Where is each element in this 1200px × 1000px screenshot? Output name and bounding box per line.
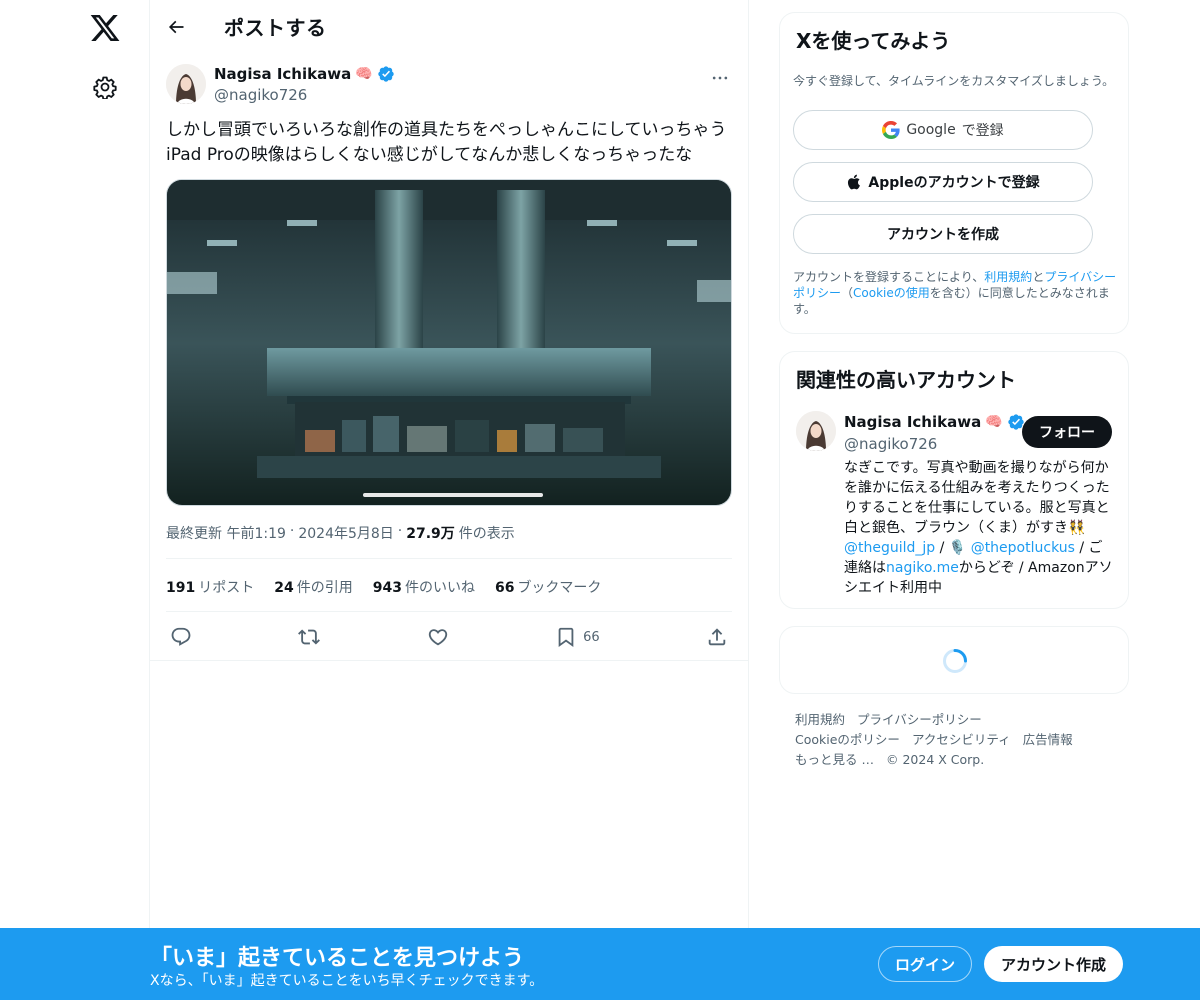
bookmarks-stat[interactable]: 66 ブックマーク: [495, 577, 601, 597]
post-date[interactable]: 2024年5月8日: [298, 523, 393, 543]
copyright: © 2024 X Corp.: [885, 752, 985, 767]
author-name-row: Nagisa Ichikawa 🧠: [214, 65, 395, 83]
loading-card: [779, 626, 1129, 694]
login-button[interactable]: ログイン: [878, 946, 972, 982]
gear-icon[interactable]: [93, 75, 117, 99]
signup-title: Xを使ってみよう: [796, 29, 951, 53]
reposts-stat[interactable]: 191 リポスト: [166, 577, 254, 597]
bio-link-thepotluckus[interactable]: @thepotluckus: [971, 540, 1075, 556]
apple-logo-icon: [848, 174, 861, 190]
terms-link[interactable]: 利用規約: [984, 270, 1032, 284]
heart-icon: [428, 629, 447, 646]
more-options-icon[interactable]: [710, 68, 730, 88]
divider: [166, 611, 732, 612]
post-text: しかし冒頭でいろいろな創作の道具たちをぺっしゃんこにしていっちゃう iPad P…: [166, 120, 727, 165]
top-bar: ポストする: [150, 0, 748, 53]
post-meta: 最終更新 午前1:19 · 2024年5月8日 · 27.9万 件の表示: [166, 523, 515, 543]
loading-spinner-icon: [943, 649, 967, 673]
post-media[interactable]: [166, 179, 732, 506]
create-account-label: アカウントを作成: [887, 227, 999, 243]
banner-signup-button[interactable]: アカウント作成: [984, 946, 1123, 982]
arrow-left-icon: [168, 20, 184, 33]
google-brand: Google: [906, 122, 956, 138]
google-signup-button[interactable]: Google で登録: [793, 110, 1093, 150]
like-button[interactable]: [427, 626, 449, 648]
bio-link-website[interactable]: nagiko.me: [886, 560, 959, 576]
x-logo-icon[interactable]: [89, 12, 121, 44]
verified-badge-icon: [377, 66, 394, 82]
meta-separator: ·: [397, 523, 403, 539]
bio-link-theguild[interactable]: @theguild_jp: [844, 540, 935, 556]
banner-title: 「いま」起きていることを見つけよう: [150, 946, 525, 971]
post-stats: 191 リポスト 24 件の引用 943 件のいいね 66 ブックマーク: [166, 577, 601, 597]
avatar[interactable]: [796, 411, 836, 451]
brain-emoji: 🧠: [355, 66, 373, 82]
post-actions: 66: [166, 622, 732, 652]
related-bio: なぎこです。写真や動画を撮りながら何かを誰かに伝える仕組みを考えたりつくったりす…: [844, 460, 1113, 596]
left-nav: [0, 0, 150, 1000]
apple-label: Appleのアカウントで登録: [868, 175, 1040, 191]
footer-more-link[interactable]: もっと見る …: [795, 752, 874, 767]
share-icon: [708, 628, 726, 646]
meta-separator: ·: [289, 523, 295, 539]
google-label: で登録: [961, 123, 1004, 139]
bookmark-count: 66: [583, 629, 600, 645]
main-column: ポストする Nagisa Ichikawa 🧠 @nagiko726 しかし冒頭…: [150, 0, 749, 1000]
apple-signup-button[interactable]: Appleのアカウントで登録: [793, 162, 1093, 202]
signup-banner: 「いま」起きていることを見つけよう Xなら、「いま」起きていることをいち早くチェ…: [0, 928, 1200, 1000]
terms-text: アカウントを登録することにより、利用規約とプライバシーポリシー（Cookieの使…: [793, 270, 1117, 316]
divider: [150, 660, 748, 661]
author-name[interactable]: Nagisa Ichikawa: [214, 65, 351, 83]
post-author: Nagisa Ichikawa 🧠 @nagiko726: [150, 64, 748, 116]
related-title: 関連性の高いアカウント: [796, 368, 1016, 392]
follow-button[interactable]: フォロー: [1022, 416, 1112, 448]
divider: [166, 558, 732, 559]
reply-button[interactable]: [170, 626, 192, 648]
quotes-stat[interactable]: 24 件の引用: [274, 577, 352, 597]
related-accounts-card: 関連性の高いアカウント Nagisa Ichikawa 🧠 @nagiko726…: [779, 351, 1129, 609]
related-name[interactable]: Nagisa Ichikawa: [844, 413, 981, 431]
signup-card: Xを使ってみよう 今すぐ登録して、タイムラインをカスタマイズしましょう。 Goo…: [779, 12, 1129, 334]
footer-link[interactable]: Cookieのポリシー: [795, 732, 900, 747]
google-logo-icon: [882, 121, 900, 139]
signup-subtitle: 今すぐ登録して、タイムラインをカスタマイズしましょう。: [793, 74, 1115, 88]
footer-link[interactable]: プライバシーポリシー: [857, 712, 982, 727]
bookmark-icon: [558, 627, 574, 648]
author-handle[interactable]: @nagiko726: [214, 86, 307, 104]
brain-emoji: 🧠: [985, 414, 1003, 430]
likes-stat[interactable]: 943 件のいいね: [373, 577, 475, 597]
views-label: 件の表示: [458, 526, 515, 542]
avatar[interactable]: [166, 64, 206, 104]
post-time[interactable]: 最終更新 午前1:19: [166, 523, 286, 543]
create-account-button[interactable]: アカウントを作成: [793, 214, 1093, 254]
cookie-link[interactable]: Cookieの使用: [853, 286, 930, 300]
repost-button[interactable]: [298, 626, 321, 648]
footer-link[interactable]: アクセシビリティ: [912, 732, 1011, 747]
footer-links: 利用規約 プライバシーポリシー Cookieのポリシー アクセシビリティ 広告情報 も…: [795, 710, 1125, 770]
repost-icon: [298, 629, 321, 645]
bookmark-button[interactable]: 66: [555, 626, 600, 648]
related-handle[interactable]: @nagiko726: [844, 435, 937, 453]
related-name-row: Nagisa Ichikawa 🧠: [844, 413, 1025, 431]
page-title: ポストする: [224, 16, 327, 40]
footer-link[interactable]: 利用規約: [795, 712, 845, 727]
share-button[interactable]: [706, 626, 728, 648]
views-count: 27.9万: [406, 526, 455, 542]
footer-link[interactable]: 広告情報: [1023, 732, 1073, 747]
reply-icon: [171, 627, 191, 646]
back-button[interactable]: [158, 9, 194, 45]
banner-subtitle: Xなら、「いま」起きていることをいち早くチェックできます。: [150, 973, 544, 989]
